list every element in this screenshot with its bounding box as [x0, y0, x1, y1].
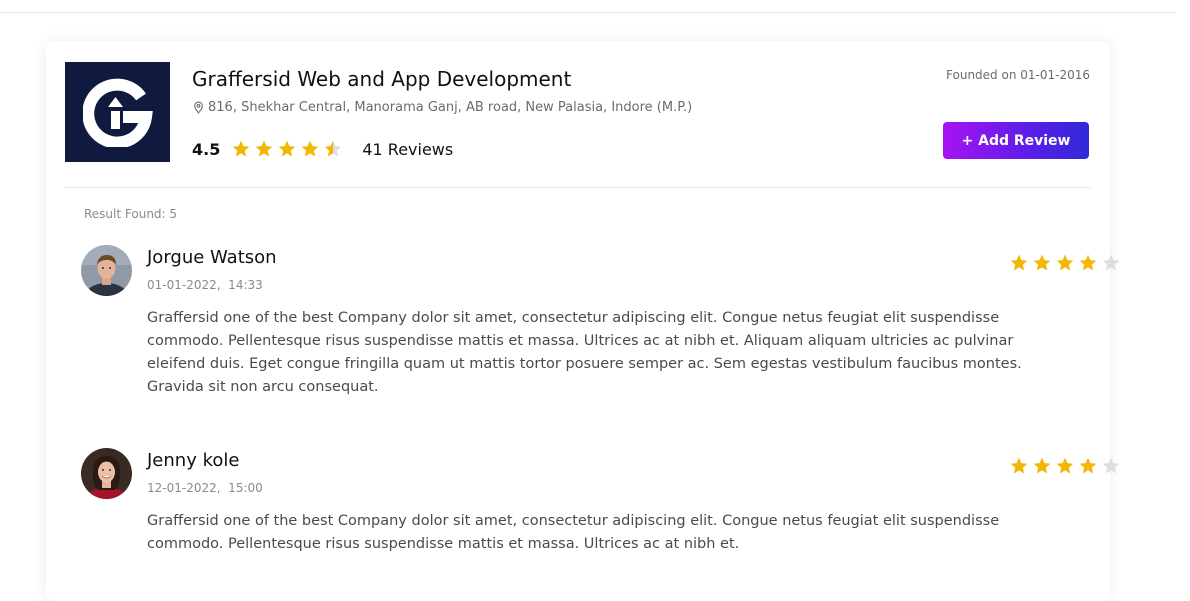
location-pin-icon — [194, 101, 203, 114]
star-filled-icon — [1078, 456, 1098, 476]
result-count: Result Found: 5 — [84, 207, 178, 221]
star-filled-icon — [1032, 253, 1052, 273]
star-filled-icon — [277, 139, 297, 159]
review-text: Graffersid one of the best Company dolor… — [147, 310, 1022, 395]
rating-value: 4.5 — [192, 139, 221, 159]
review-star-rating — [1009, 253, 1121, 273]
star-filled-icon — [300, 139, 320, 159]
avatar — [81, 245, 132, 296]
review-date: 12-01-2022, 15:00 — [147, 481, 263, 495]
company-name: Graffersid Web and App Development — [192, 67, 572, 91]
top-navigation-bar — [0, 0, 1176, 13]
company-star-rating — [231, 139, 343, 159]
reviewer-name: Jenny kole — [147, 450, 240, 471]
star-filled-icon — [1032, 456, 1052, 476]
review-count[interactable]: 41 Reviews — [362, 140, 453, 159]
review-date: 01-01-2022, 14:33 — [147, 278, 263, 292]
header-divider — [64, 187, 1091, 188]
avatar-man-image — [81, 245, 132, 296]
star-empty-icon — [1101, 456, 1121, 476]
star-empty-icon — [1101, 253, 1121, 273]
star-filled-icon — [1009, 456, 1029, 476]
reviewer-name: Jorgue Watson — [147, 247, 277, 268]
review-star-rating — [1009, 456, 1121, 476]
star-filled-icon — [1009, 253, 1029, 273]
graffersid-logo-icon — [82, 78, 153, 147]
star-filled-icon — [254, 139, 274, 159]
star-filled-icon — [231, 139, 251, 159]
star-filled-icon — [1055, 253, 1075, 273]
review-text: Graffersid one of the best Company dolor… — [147, 513, 1000, 552]
address-text: 816, Shekhar Central, Manorama Ganj, AB … — [208, 100, 693, 115]
star-filled-icon — [1055, 456, 1075, 476]
avatar-woman-image — [81, 448, 132, 499]
add-review-button[interactable]: + Add Review — [943, 122, 1089, 159]
company-logo — [65, 62, 170, 162]
company-address: 816, Shekhar Central, Manorama Ganj, AB … — [192, 100, 692, 115]
star-half-icon — [323, 139, 343, 159]
avatar — [81, 448, 132, 499]
founded-date: Founded on 01-01-2016 — [946, 68, 1090, 82]
star-filled-icon — [1078, 253, 1098, 273]
company-review-card: Graffersid Web and App Development 816, … — [46, 41, 1120, 601]
company-rating: 4.5 41 Reviews — [192, 139, 453, 159]
